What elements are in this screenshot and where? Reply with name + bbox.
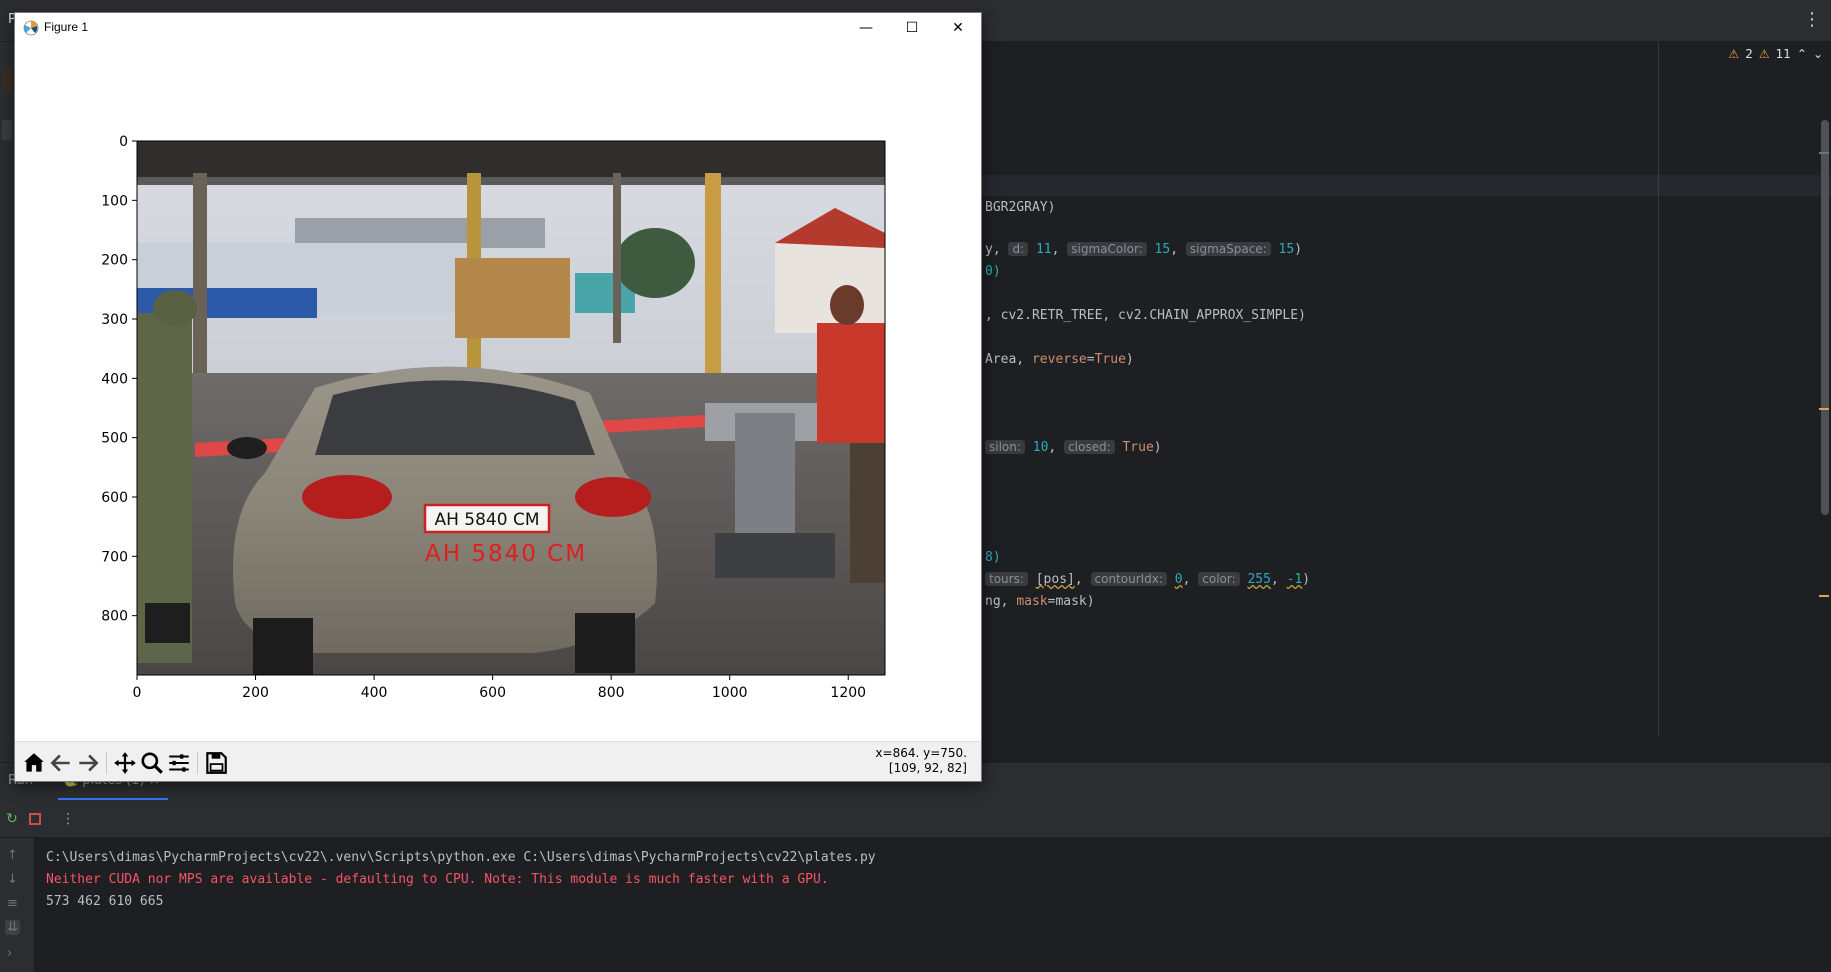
- save-icon[interactable]: [203, 750, 229, 776]
- console-line: 573 462 610 665: [46, 894, 164, 909]
- y-tick-label: 200: [101, 253, 128, 269]
- pan-icon[interactable]: [112, 750, 138, 776]
- x-tick-label: 0: [133, 685, 142, 701]
- console-line: C:\Users\dimas\PycharmProjects\cv22\.ven…: [46, 850, 876, 865]
- chevron-up-icon[interactable]: ⌃: [1797, 47, 1807, 61]
- console-side-toolbar: ↑ ↓ ≡ ⇊ ›: [0, 838, 34, 972]
- pixel-value: [109, 92, 82]: [888, 761, 967, 775]
- figure-canvas[interactable]: AH 5840 CM AH 5840 CM 0 200 400 600 800 1000 1…: [15, 43, 981, 753]
- y-tick-label: 500: [101, 431, 128, 447]
- y-tick-label: 700: [101, 549, 128, 565]
- ocr-overlay-text: AH 5840 CM: [425, 541, 587, 567]
- weak-warning-icon: ⚠: [1758, 47, 1770, 61]
- code-line: Area, reverse=True): [985, 352, 1134, 367]
- close-button[interactable]: ✕: [935, 13, 981, 43]
- code-line: y, d: 11, sigmaColor: 15, sigmaSpace: 15…: [985, 242, 1303, 257]
- matplotlib-logo-icon: [23, 20, 39, 36]
- home-icon[interactable]: [21, 750, 47, 776]
- code-line: silon: 10, closed: True): [985, 440, 1162, 455]
- editor-right-margin: [1658, 42, 1659, 737]
- y-tick-label: 600: [101, 490, 128, 506]
- editor-scrollbar[interactable]: [1821, 120, 1829, 515]
- tool-window-icon[interactable]: [2, 70, 12, 90]
- current-line-highlight: [980, 175, 1831, 196]
- toolbar-separator: [197, 752, 198, 774]
- run-toolbar: ↻ ⋮: [0, 800, 1831, 838]
- y-tick-label: 300: [101, 312, 128, 328]
- x-tick-label: 200: [242, 685, 269, 701]
- code-line: tours: [pos], contourIdx: 0, color: 255,…: [985, 572, 1310, 587]
- inspection-widget[interactable]: ⚠ 2 ⚠ 11 ⌃ ⌄: [1728, 47, 1823, 61]
- scroll-to-end-icon[interactable]: ⇊: [5, 920, 20, 935]
- vertical-dots-icon[interactable]: ⋮: [1803, 9, 1821, 30]
- image-axes[interactable]: AH 5840 CM AH 5840 CM 0 200 400 600 800 1000 1…: [15, 43, 981, 741]
- navigation-toolbar: x=864. y=750. [109, 92, 82]: [15, 741, 981, 781]
- y-tick-label: 100: [101, 193, 128, 209]
- ide-tool-strip: [0, 42, 14, 762]
- vertical-dots-icon[interactable]: ⋮: [60, 811, 76, 827]
- x-tick-label: 600: [479, 685, 506, 701]
- chevron-down-icon[interactable]: ⌄: [1813, 47, 1823, 61]
- code-line: , cv2.RETR_TREE, cv2.CHAIN_APPROX_SIMPLE…: [985, 308, 1306, 323]
- y-axis: 0 100 200 300 400 500 600 700 800: [101, 134, 137, 625]
- zoom-icon[interactable]: [139, 750, 165, 776]
- console-output[interactable]: C:\Users\dimas\PycharmProjects\cv22\.ven…: [34, 838, 1831, 972]
- photo-image: AH 5840 CM AH 5840 CM: [137, 141, 885, 675]
- scroll-marker: [1819, 408, 1829, 410]
- y-tick-label: 800: [101, 609, 128, 625]
- stop-icon[interactable]: [29, 813, 41, 825]
- code-line: ng, mask=mask): [985, 594, 1095, 609]
- console-line: Neither CUDA nor MPS are available - def…: [46, 872, 829, 887]
- minimize-button[interactable]: —: [843, 13, 889, 43]
- soft-wrap-icon[interactable]: ≡: [7, 896, 18, 911]
- scroll-marker: [1819, 152, 1829, 154]
- x-axis: 0 200 400 600 800 1000 1200: [133, 675, 866, 701]
- figure-title: Figure 1: [44, 20, 89, 34]
- weak-warning-count: 11: [1775, 47, 1791, 61]
- scroll-marker: [1819, 595, 1829, 597]
- x-tick-label: 1000: [712, 685, 748, 701]
- rerun-icon[interactable]: ↻: [4, 811, 20, 827]
- configure-subplots-icon[interactable]: [166, 750, 192, 776]
- code-line: 0): [985, 264, 1001, 279]
- y-tick-label: 400: [101, 371, 128, 387]
- x-tick-label: 800: [598, 685, 625, 701]
- y-tick-label: 0: [119, 134, 128, 150]
- warning-count: 2: [1745, 47, 1753, 61]
- x-tick-label: 400: [361, 685, 388, 701]
- code-line: BGR2GRAY): [985, 200, 1056, 215]
- maximize-button[interactable]: ☐: [889, 13, 935, 43]
- figure-window[interactable]: Figure 1 — ☐ ✕ AH 5840 CM AH 5840 CM 0 2…: [14, 12, 982, 782]
- code-line: 8): [985, 550, 1001, 565]
- arrow-down-icon[interactable]: ↓: [7, 872, 18, 887]
- cursor-coordinates: x=864. y=750.: [875, 746, 967, 760]
- license-plate-text: AH 5840 CM: [434, 510, 539, 530]
- back-icon[interactable]: [48, 750, 74, 776]
- forward-icon[interactable]: [75, 750, 101, 776]
- figure-title-bar[interactable]: Figure 1 — ☐ ✕: [15, 13, 981, 43]
- chevron-right-icon[interactable]: ›: [7, 946, 12, 961]
- x-tick-label: 1200: [830, 685, 866, 701]
- tool-window-icon[interactable]: [2, 120, 12, 140]
- arrow-up-icon[interactable]: ↑: [7, 848, 18, 863]
- cursor-readout: x=864. y=750. [109, 92, 82]: [875, 746, 967, 776]
- toolbar-separator: [106, 752, 107, 774]
- warning-icon: ⚠: [1728, 47, 1740, 61]
